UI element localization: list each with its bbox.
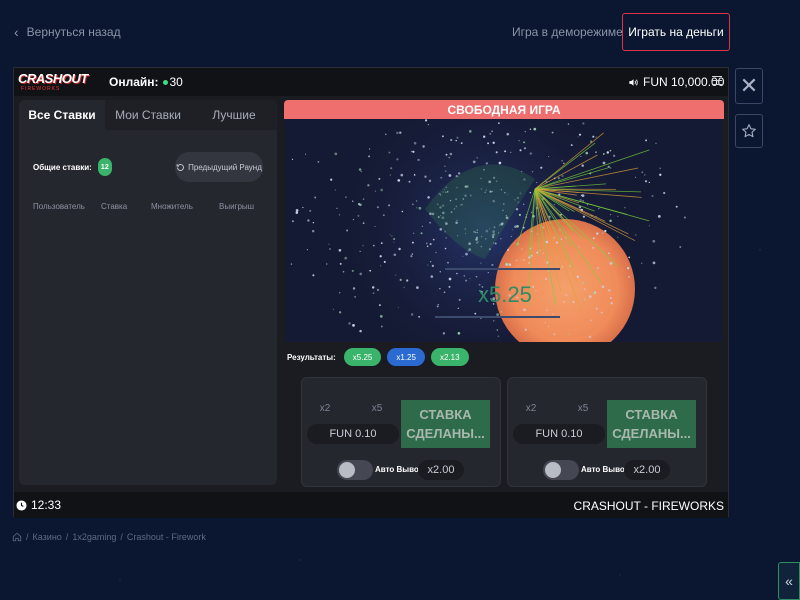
chevron-left-icon: ‹: [14, 24, 19, 40]
play-area: СВОБОДНАЯ ИГРА x5.25 Результаты: x5.25 x…: [284, 100, 724, 370]
total-bets-badge: 12: [97, 158, 112, 176]
double-chevron-left-icon: «: [785, 573, 793, 589]
result-chip[interactable]: x1.25: [387, 348, 425, 366]
quick-x2-button[interactable]: x2: [307, 400, 343, 416]
place-bet-button[interactable]: СТАВКА СДЕЛАНЫ...: [401, 400, 490, 448]
col-win: Выигрыш: [219, 202, 255, 211]
online-label: Онлайн:: [109, 75, 159, 89]
place-bet-button[interactable]: СТАВКА СДЕЛАНЫ...: [607, 400, 696, 448]
results-bar: Результаты: x5.25 x1.25 x2.13: [284, 344, 724, 370]
game-footer: 12:33 CRASHOUT - FIREWORKS: [14, 492, 728, 518]
current-multiplier: x5.25: [478, 282, 532, 307]
demo-mode-link[interactable]: Игра в деморежиме: [512, 25, 623, 39]
game-scene[interactable]: x5.25: [285, 119, 722, 342]
play-for-money-button[interactable]: Играть на деньги: [622, 13, 730, 51]
online-dot-icon: [162, 80, 168, 85]
clock: 12:33: [16, 498, 61, 512]
bet-panel-2: x2 x5 FUN 0.10 СТАВКА СДЕЛАНЫ... Авто Вы…: [507, 377, 707, 487]
col-bet: Ставка: [101, 202, 128, 211]
quick-x5-button[interactable]: x5: [565, 400, 601, 416]
auto-cashout-value[interactable]: x2.00: [418, 460, 464, 480]
col-user: Пользователь: [33, 202, 85, 211]
breadcrumb-casino[interactable]: Казино: [33, 532, 62, 542]
place-bet-line2: СДЕЛАНЫ...: [612, 426, 691, 441]
auto-cashout-toggle[interactable]: [543, 460, 579, 480]
total-bets-label: Общие ставки:: [33, 162, 92, 172]
back-link[interactable]: ‹ Вернуться назад: [14, 24, 121, 40]
star-icon: [742, 124, 756, 138]
total-bets: Общие ставки: 12: [33, 158, 112, 176]
free-game-banner: СВОБОДНАЯ ИГРА: [284, 100, 724, 119]
auto-cashout-toggle[interactable]: [337, 460, 373, 480]
bets-table-header: Пользователь Ставка Множитель Выигрыш: [33, 202, 267, 211]
bet-amount-field[interactable]: FUN 0.10: [307, 424, 399, 444]
bets-panel: Все Ставки Мои Ставки Лучшие Общие ставк…: [19, 100, 277, 485]
back-link-label: Вернуться назад: [26, 25, 121, 39]
place-bet-line2: СДЕЛАНЫ...: [406, 426, 485, 441]
online-indicator: Онлайн: 30: [109, 75, 183, 89]
logo-sub: FIREWORKS: [21, 86, 61, 92]
history-icon: [176, 163, 185, 171]
favorite-button[interactable]: [735, 114, 763, 148]
previous-round-button[interactable]: Предыдущий Раунд: [175, 152, 263, 182]
collapse-panel-button[interactable]: «: [778, 562, 800, 600]
tab-my-bets[interactable]: Мои Ставки: [105, 100, 191, 130]
menu-icon[interactable]: [712, 76, 722, 86]
game-brand: CRASHOUT - FIREWORKS: [573, 499, 724, 513]
speaker-icon[interactable]: [628, 77, 639, 88]
breadcrumb-provider[interactable]: 1x2gaming: [72, 532, 116, 542]
close-icon: ✕: [739, 73, 759, 98]
quick-x5-button[interactable]: x5: [359, 400, 395, 416]
bet-amount-field[interactable]: FUN 0.10: [513, 424, 605, 444]
bet-panel-1: x2 x5 FUN 0.10 СТАВКА СДЕЛАНЫ... Авто Вы…: [301, 377, 501, 487]
auto-cashout-label: Авто Вывод: [375, 465, 424, 474]
crashout-logo: CRASHOUT FIREWORKS: [18, 71, 88, 93]
top-nav: ‹ Вернуться назад Игра в деморежиме Игра…: [0, 0, 800, 64]
result-chip[interactable]: x2.13: [430, 348, 469, 366]
home-icon[interactable]: [12, 532, 22, 542]
tab-all-bets[interactable]: Все Ставки: [19, 100, 105, 130]
place-bet-line1: СТАВКА: [625, 406, 678, 422]
close-button[interactable]: ✕: [735, 68, 763, 104]
game-header: CRASHOUT FIREWORKS Онлайн: 30 FUN 10,000.…: [14, 68, 728, 96]
quick-x2-button[interactable]: x2: [513, 400, 549, 416]
balance: FUN 10,000.00: [628, 75, 724, 89]
bets-tabs: Все Ставки Мои Ставки Лучшие: [19, 100, 277, 130]
col-multiplier: Множитель: [151, 202, 193, 211]
place-bet-line1: СТАВКА: [419, 406, 472, 422]
clock-icon: [16, 499, 27, 511]
fireworks-illustration: [285, 119, 722, 342]
game-frame: CRASHOUT FIREWORKS Онлайн: 30 FUN 10,000.…: [13, 67, 729, 518]
breadcrumb-game: Crashout - Firework: [126, 532, 206, 542]
clock-time: 12:33: [31, 498, 62, 512]
previous-round-label: Предыдущий Раунд: [188, 162, 262, 172]
auto-cashout-label: Авто Вывод: [581, 465, 630, 474]
logo-main: CRASHOUT: [18, 71, 88, 86]
results-label: Результаты:: [287, 352, 336, 362]
result-chip[interactable]: x5.25: [343, 348, 382, 366]
online-count: 30: [169, 75, 183, 89]
breadcrumb: / Казино / 1x2gaming / Crashout - Firewo…: [12, 532, 206, 542]
tab-top[interactable]: Лучшие: [191, 100, 277, 130]
auto-cashout-value[interactable]: x2.00: [624, 460, 670, 480]
